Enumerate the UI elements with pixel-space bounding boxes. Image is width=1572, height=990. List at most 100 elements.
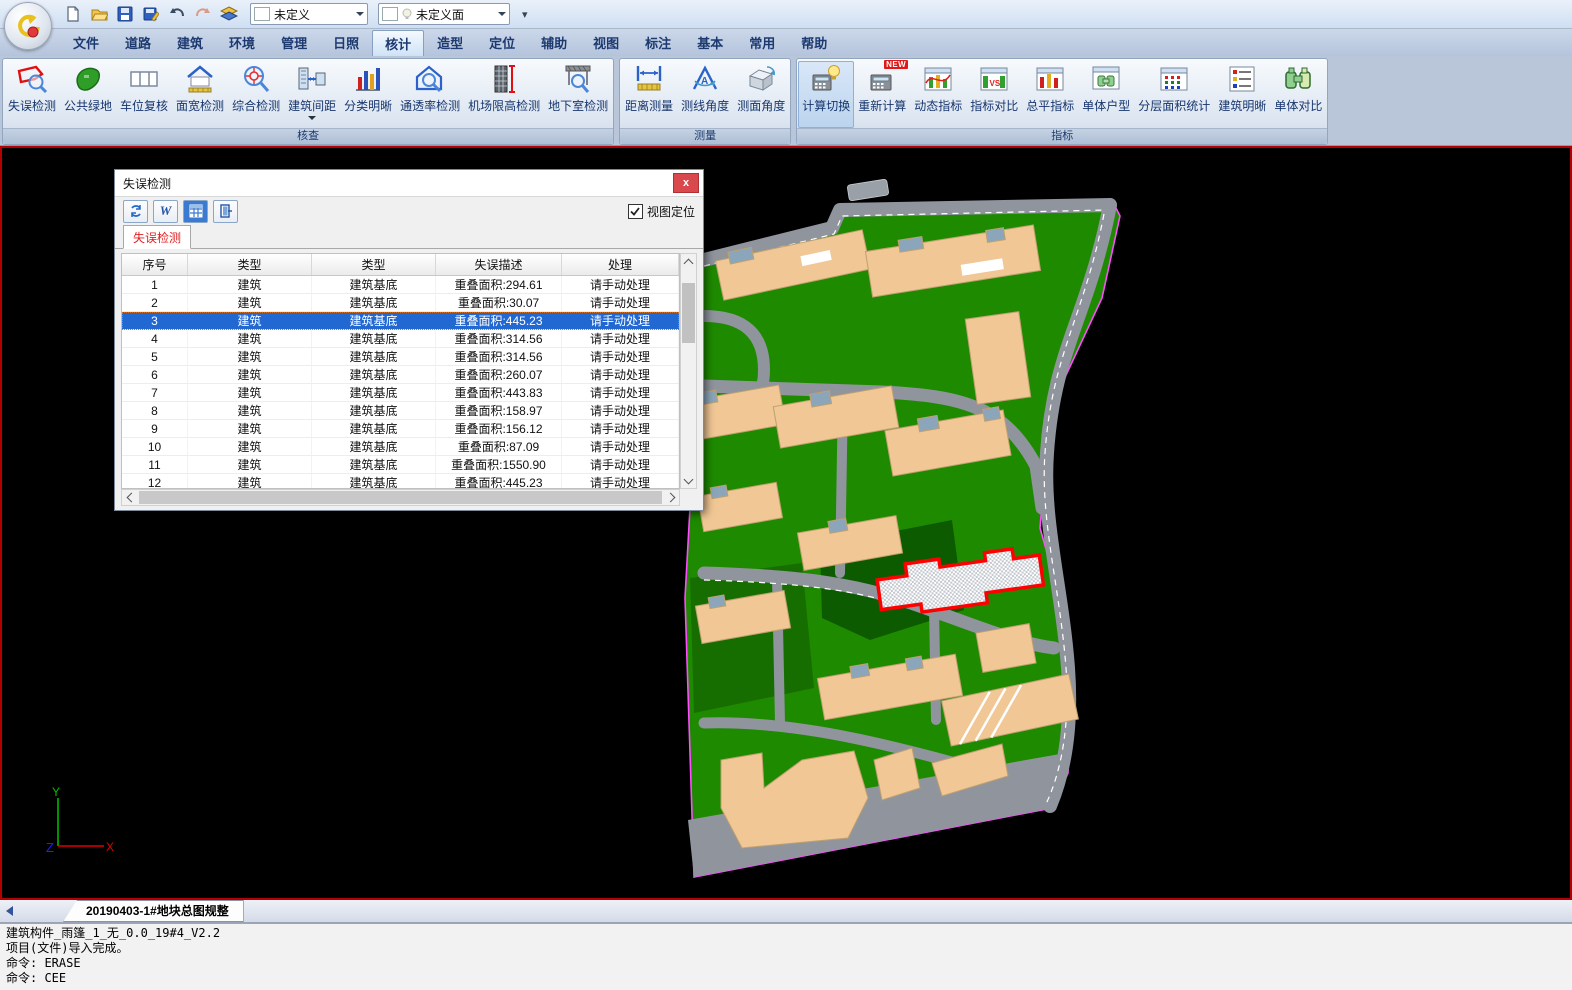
- airport-height-icon: [488, 63, 520, 95]
- building-spacing-icon: [296, 63, 328, 95]
- ribbon-item-error-detect[interactable]: 失误检测: [4, 61, 60, 128]
- ribbon-item-recalculate[interactable]: NEW 重新计算: [854, 61, 910, 128]
- ribbon-item-line-angle[interactable]: A 测线角度: [677, 61, 733, 128]
- table-row[interactable]: 8建筑建筑基底重叠面积:158.97请手动处理: [122, 402, 679, 420]
- tab-view[interactable]: 视图: [580, 30, 632, 56]
- ribbon-item-dynamic-index[interactable]: 动态指标: [910, 61, 966, 128]
- vertical-scroll-thumb[interactable]: [682, 283, 695, 343]
- ribbon-item-transparency-check[interactable]: 通透率检测: [396, 61, 464, 128]
- ribbon-item-public-green[interactable]: 公共绿地: [60, 61, 116, 128]
- tab-scroll-left-icon[interactable]: [6, 906, 13, 916]
- scroll-down-button[interactable]: [681, 473, 696, 488]
- tab-check-active[interactable]: 核计: [372, 30, 424, 56]
- tab-error-check[interactable]: 失误检测: [123, 225, 191, 249]
- scroll-right-button[interactable]: [664, 490, 679, 505]
- view-locate-checkbox[interactable]: 视图定位: [628, 203, 695, 220]
- command-line-panel[interactable]: 建筑构件_雨篷_1_无_0.0_19#4_V2.2 项目(文件)导入完成。 命令…: [0, 923, 1572, 990]
- table-row-selected[interactable]: 3建筑建筑基底重叠面积:445.23请手动处理: [122, 312, 679, 330]
- layer-combo[interactable]: 未定义: [250, 3, 368, 25]
- document-tab[interactable]: 20190403-1#地块总图规整: [63, 900, 244, 922]
- dialog-toolbar: W 视图定位: [115, 197, 703, 225]
- ribbon-item-basement-check[interactable]: 地下室检测: [544, 61, 612, 128]
- ribbon-item-building-spacing[interactable]: 建筑间距: [284, 61, 340, 128]
- table-row[interactable]: 2建筑建筑基底重叠面积:30.07请手动处理: [122, 294, 679, 312]
- face-combo[interactable]: 未定义面: [378, 3, 510, 25]
- dialog-title: 失误检测: [123, 175, 673, 192]
- distance-measure-icon: [633, 63, 665, 95]
- ribbon-group-caption: 测量: [620, 128, 790, 144]
- refresh-icon: [129, 204, 143, 218]
- tab-environment[interactable]: 环境: [216, 30, 268, 56]
- ribbon-item-unit-compare[interactable]: 单体对比: [1270, 61, 1326, 128]
- command-line: 项目(文件)导入完成。: [6, 941, 1566, 956]
- layers-button[interactable]: [218, 3, 240, 25]
- horizontal-scrollbar[interactable]: [121, 489, 680, 506]
- table-row[interactable]: 5建筑建筑基底重叠面积:314.56请手动处理: [122, 348, 679, 366]
- tab-assist[interactable]: 辅助: [528, 30, 580, 56]
- tab-manage[interactable]: 管理: [268, 30, 320, 56]
- save-button[interactable]: [114, 3, 136, 25]
- ribbon-item-building-clarity[interactable]: 建筑明晰: [1214, 61, 1270, 128]
- ribbon-item-width-check[interactable]: 面宽检测: [172, 61, 228, 128]
- document-tab-bar: 20190403-1#地块总图规整: [0, 900, 1572, 923]
- tab-basic[interactable]: 基本: [684, 30, 736, 56]
- table-row[interactable]: 12建筑建筑基底重叠面积:445.23请手动处理: [122, 474, 679, 489]
- ribbon-item-distance-measure[interactable]: 距离测量: [621, 61, 677, 128]
- ribbon-group-measure: 距离测量 A 测线角度 测面角度 测量: [619, 58, 791, 145]
- table-row[interactable]: 6建筑建筑基底重叠面积:260.07请手动处理: [122, 366, 679, 384]
- toolbar-overflow-button[interactable]: ▾: [522, 8, 528, 21]
- table-row[interactable]: 1建筑建筑基底重叠面积:294.61请手动处理: [122, 276, 679, 294]
- vertical-scrollbar[interactable]: [680, 253, 697, 489]
- ribbon-item-index-compare[interactable]: VS 指标对比: [966, 61, 1022, 128]
- open-file-button[interactable]: [88, 3, 110, 25]
- new-file-button[interactable]: [62, 3, 84, 25]
- ribbon-item-unit-type[interactable]: 单体户型: [1078, 61, 1134, 128]
- exit-button[interactable]: [213, 200, 238, 223]
- ribbon-item-airport-height-check[interactable]: 机场限高检测: [464, 61, 544, 128]
- ribbon-item-site-index[interactable]: 总平指标: [1022, 61, 1078, 128]
- ribbon-group-caption: 核查: [3, 128, 613, 144]
- scroll-up-button[interactable]: [681, 254, 696, 269]
- tab-road[interactable]: 道路: [112, 30, 164, 56]
- refresh-button[interactable]: [123, 200, 148, 223]
- redo-button[interactable]: [192, 3, 214, 25]
- table-row[interactable]: 9建筑建筑基底重叠面积:156.12请手动处理: [122, 420, 679, 438]
- error-table[interactable]: 序号 类型 类型 失误描述 处理 1建筑建筑基底重叠面积:294.61请手动处理…: [121, 253, 680, 489]
- ribbon-item-face-angle[interactable]: 测面角度: [733, 61, 789, 128]
- table-row[interactable]: 4建筑建筑基底重叠面积:314.56请手动处理: [122, 330, 679, 348]
- app-logo-icon: [13, 11, 43, 41]
- undo-button[interactable]: [166, 3, 188, 25]
- tab-annotate[interactable]: 标注: [632, 30, 684, 56]
- svg-text:Y: Y: [52, 785, 60, 799]
- save-as-button[interactable]: [140, 3, 162, 25]
- export-table-button[interactable]: [183, 200, 208, 223]
- table-row[interactable]: 10建筑建筑基底重叠面积:87.09请手动处理: [122, 438, 679, 456]
- save-icon: [117, 6, 133, 22]
- horizontal-scroll-thumb[interactable]: [139, 491, 662, 504]
- ribbon-item-floor-area-stats[interactable]: 分层面积统计: [1134, 61, 1214, 128]
- tab-common[interactable]: 常用: [736, 30, 788, 56]
- tab-help[interactable]: 帮助: [788, 30, 840, 56]
- dialog-title-bar[interactable]: 失误检测 x: [115, 170, 703, 197]
- svg-text:X: X: [106, 840, 114, 854]
- tab-sunlight[interactable]: 日照: [320, 30, 372, 56]
- app-logo-button[interactable]: [4, 2, 52, 50]
- tab-position[interactable]: 定位: [476, 30, 528, 56]
- unit-type-icon: [1090, 63, 1122, 95]
- ribbon-item-parking-check[interactable]: 车位复核: [116, 61, 172, 128]
- drawing-canvas[interactable]: Y X Z 失误检测 x W 视图定位: [0, 146, 1572, 900]
- tab-building[interactable]: 建筑: [164, 30, 216, 56]
- quick-access-toolbar: 未定义 未定义面 ▾: [0, 0, 1572, 29]
- tab-modeling[interactable]: 造型: [424, 30, 476, 56]
- undo-icon: [168, 6, 186, 22]
- ribbon-item-calc-switch[interactable]: 计算切换: [798, 61, 854, 128]
- table-row[interactable]: 11建筑建筑基底重叠面积:1550.90请手动处理: [122, 456, 679, 474]
- ribbon-item-comprehensive-check[interactable]: 综合检测: [228, 61, 284, 128]
- ribbon-item-classify-clear[interactable]: 分类明晰: [340, 61, 396, 128]
- table-row[interactable]: 7建筑建筑基底重叠面积:443.83请手动处理: [122, 384, 679, 402]
- close-icon[interactable]: x: [673, 173, 699, 193]
- tab-file[interactable]: 文件: [60, 30, 112, 56]
- scroll-left-button[interactable]: [122, 490, 137, 505]
- command-line: 建筑构件_雨篷_1_无_0.0_19#4_V2.2: [6, 926, 1566, 941]
- export-word-button[interactable]: W: [153, 200, 178, 223]
